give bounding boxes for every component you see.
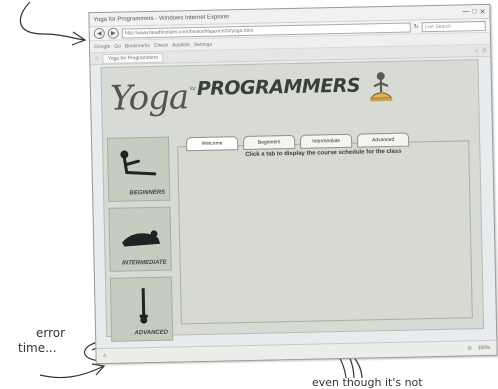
- error-icon[interactable]: ⚠: [102, 353, 107, 359]
- sidebar-item-beginners[interactable]: BEGINNERS: [106, 136, 171, 202]
- minimize-icon[interactable]: —: [462, 8, 469, 16]
- window-controls: — □ ✕: [462, 7, 485, 16]
- tab-advanced[interactable]: Advanced: [356, 132, 410, 148]
- tab-intermediate[interactable]: Intermediate: [299, 133, 353, 149]
- globe-icon: ◎: [467, 345, 472, 352]
- sidebar-item-advanced[interactable]: ADVANCED: [109, 276, 174, 342]
- close-icon[interactable]: ✕: [479, 7, 485, 15]
- sidebar-item-intermediate[interactable]: INTERMEDIATE: [108, 206, 172, 272]
- meditation-icon: [370, 72, 393, 102]
- tab-beginners[interactable]: Beginners: [242, 134, 296, 151]
- top-left-arrow: [19, 1, 85, 41]
- toolbar-settings[interactable]: Settings: [194, 41, 212, 47]
- intermediate-pose-icon: [122, 230, 161, 247]
- toolbar-bookmarks[interactable]: Bookmarks: [125, 42, 150, 49]
- home-icon[interactable]: ⌂: [475, 48, 478, 54]
- error-arrow: [39, 365, 105, 379]
- annotation-error-line2: time...: [18, 341, 57, 355]
- maximize-icon[interactable]: □: [472, 8, 476, 16]
- toolbar-check[interactable]: Check: [154, 42, 168, 48]
- back-icon[interactable]: ◀: [93, 27, 105, 40]
- annotation-error-line1: error: [36, 326, 66, 340]
- error-arrowhead: [91, 363, 106, 376]
- sidebar-label-advanced: ADVANCED: [134, 329, 169, 337]
- sidebar-label-beginners: BEGINNERS: [129, 189, 166, 197]
- browser-tab[interactable]: Yoga for Programmers: [102, 52, 164, 64]
- search-input[interactable]: Live Search: [421, 20, 486, 32]
- schedule-panel: Welcome Beginners Intermediate Advanced …: [177, 132, 473, 325]
- sidebar: BEGINNERS INTERMEDIATE ADVANCED: [106, 136, 174, 348]
- advanced-pose-icon: [139, 288, 148, 324]
- top-left-arrowhead: [71, 31, 87, 46]
- refresh-icon[interactable]: ↻: [414, 23, 419, 30]
- tab-welcome[interactable]: Welcome: [185, 136, 239, 152]
- forward-icon[interactable]: ▶: [107, 27, 119, 39]
- zoom-level[interactable]: 100%: [478, 345, 491, 351]
- browser-window: Yoga for Programmers - Windows Internet …: [88, 3, 498, 365]
- annotation-error: error time...: [18, 326, 65, 356]
- page-content: Yoga for PROGRAMMERS BEGINNERS INTERMEDI…: [100, 59, 485, 342]
- sidebar-label-intermediate: INTERMEDIATE: [122, 259, 167, 267]
- status-left: ⚠: [102, 353, 107, 359]
- brand-logo: Yoga: [109, 77, 189, 119]
- brand: Yoga for PROGRAMMERS: [109, 70, 395, 119]
- toolbar-google[interactable]: Google: [94, 43, 110, 49]
- toolbar-go[interactable]: Go: [114, 43, 121, 49]
- favorites-star-icon[interactable]: ☆: [94, 56, 99, 62]
- brand-title: PROGRAMMERS: [196, 74, 361, 100]
- status-right: ◎ 100%: [467, 345, 490, 351]
- beginner-pose-icon: [120, 150, 157, 176]
- print-icon[interactable]: ⎙: [482, 47, 486, 53]
- annotation-bottom: even though it's not: [312, 376, 423, 389]
- toolbar-autolink[interactable]: Autolink: [172, 42, 190, 48]
- brand-small: for: [189, 86, 196, 93]
